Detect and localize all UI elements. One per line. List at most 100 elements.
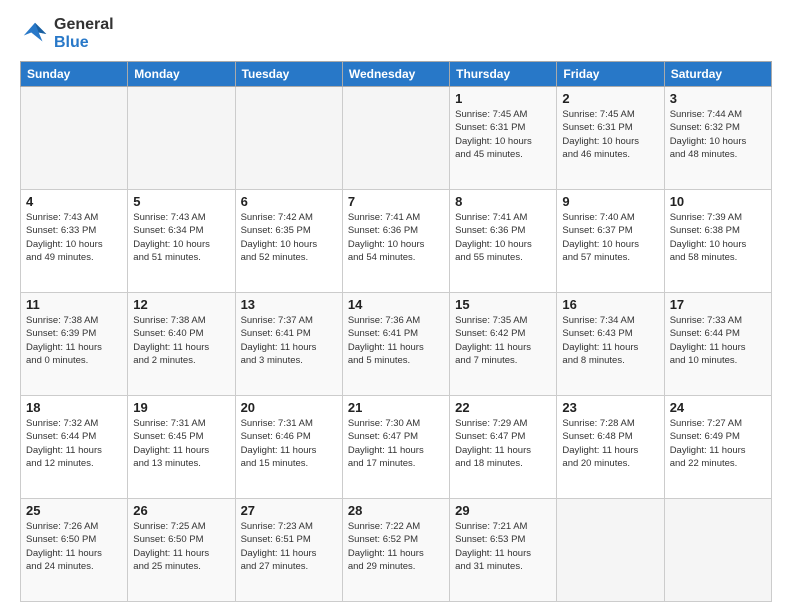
- calendar-cell: 5 Sunrise: 7:43 AM Sunset: 6:34 PM Daylig…: [128, 190, 235, 293]
- calendar-cell: 20 Sunrise: 7:31 AM Sunset: 6:46 PM Dayli…: [235, 396, 342, 499]
- calendar-cell: 19 Sunrise: 7:31 AM Sunset: 6:45 PM Dayli…: [128, 396, 235, 499]
- weekday-header-tuesday: Tuesday: [235, 62, 342, 87]
- calendar-cell: 4 Sunrise: 7:43 AM Sunset: 6:33 PM Daylig…: [21, 190, 128, 293]
- calendar-cell: 25 Sunrise: 7:26 AM Sunset: 6:50 PM Dayli…: [21, 499, 128, 602]
- day-number: 7: [348, 194, 444, 209]
- calendar-cell: 6 Sunrise: 7:42 AM Sunset: 6:35 PM Daylig…: [235, 190, 342, 293]
- calendar-cell: 14 Sunrise: 7:36 AM Sunset: 6:41 PM Dayli…: [342, 293, 449, 396]
- weekday-header-thursday: Thursday: [450, 62, 557, 87]
- calendar-cell: 11Sunrise: 7:38 AM Sunset: 6:39 PM Dayli…: [21, 293, 128, 396]
- weekday-header-saturday: Saturday: [664, 62, 771, 87]
- day-info: Sunrise: 7:40 AM Sunset: 6:37 PM Dayligh…: [562, 211, 658, 264]
- day-info: Sunrise: 7:41 AM Sunset: 6:36 PM Dayligh…: [348, 211, 444, 264]
- calendar-cell: [128, 87, 235, 190]
- day-info: Sunrise: 7:29 AM Sunset: 6:47 PM Dayligh…: [455, 417, 551, 470]
- calendar-cell: 23Sunrise: 7:28 AM Sunset: 6:48 PM Dayli…: [557, 396, 664, 499]
- day-info: Sunrise: 7:38 AM Sunset: 6:39 PM Dayligh…: [26, 314, 122, 367]
- day-info: Sunrise: 7:43 AM Sunset: 6:33 PM Dayligh…: [26, 211, 122, 264]
- logo-text: General Blue: [54, 16, 114, 51]
- day-info: Sunrise: 7:44 AM Sunset: 6:32 PM Dayligh…: [670, 108, 766, 161]
- calendar-week-4: 18Sunrise: 7:32 AM Sunset: 6:44 PM Dayli…: [21, 396, 772, 499]
- calendar-cell: 16 Sunrise: 7:34 AM Sunset: 6:43 PM Dayli…: [557, 293, 664, 396]
- day-info: Sunrise: 7:30 AM Sunset: 6:47 PM Dayligh…: [348, 417, 444, 470]
- day-info: Sunrise: 7:38 AM Sunset: 6:40 PM Dayligh…: [133, 314, 229, 367]
- calendar-cell: 15 Sunrise: 7:35 AM Sunset: 6:42 PM Dayli…: [450, 293, 557, 396]
- calendar-cell: 28Sunrise: 7:22 AM Sunset: 6:52 PM Dayli…: [342, 499, 449, 602]
- day-info: Sunrise: 7:43 AM Sunset: 6:34 PM Dayligh…: [133, 211, 229, 264]
- calendar-cell: 18Sunrise: 7:32 AM Sunset: 6:44 PM Dayli…: [21, 396, 128, 499]
- calendar-cell: 24 Sunrise: 7:27 AM Sunset: 6:49 PM Dayli…: [664, 396, 771, 499]
- calendar-cell: 22Sunrise: 7:29 AM Sunset: 6:47 PM Dayli…: [450, 396, 557, 499]
- day-number: 20: [241, 400, 337, 415]
- day-info: Sunrise: 7:45 AM Sunset: 6:31 PM Dayligh…: [562, 108, 658, 161]
- day-info: Sunrise: 7:36 AM Sunset: 6:41 PM Dayligh…: [348, 314, 444, 367]
- calendar-cell: 9 Sunrise: 7:40 AM Sunset: 6:37 PM Daylig…: [557, 190, 664, 293]
- day-info: Sunrise: 7:25 AM Sunset: 6:50 PM Dayligh…: [133, 520, 229, 573]
- day-info: Sunrise: 7:22 AM Sunset: 6:52 PM Dayligh…: [348, 520, 444, 573]
- calendar-cell: [21, 87, 128, 190]
- day-info: Sunrise: 7:42 AM Sunset: 6:35 PM Dayligh…: [241, 211, 337, 264]
- day-number: 26: [133, 503, 229, 518]
- calendar-cell: 12 Sunrise: 7:38 AM Sunset: 6:40 PM Dayli…: [128, 293, 235, 396]
- day-info: Sunrise: 7:21 AM Sunset: 6:53 PM Dayligh…: [455, 520, 551, 573]
- calendar-cell: 29 Sunrise: 7:21 AM Sunset: 6:53 PM Dayli…: [450, 499, 557, 602]
- calendar-cell: 13 Sunrise: 7:37 AM Sunset: 6:41 PM Dayli…: [235, 293, 342, 396]
- calendar-cell: 17 Sunrise: 7:33 AM Sunset: 6:44 PM Dayli…: [664, 293, 771, 396]
- day-number: 29: [455, 503, 551, 518]
- day-number: 6: [241, 194, 337, 209]
- calendar-week-3: 11Sunrise: 7:38 AM Sunset: 6:39 PM Dayli…: [21, 293, 772, 396]
- day-number: 13: [241, 297, 337, 312]
- day-info: Sunrise: 7:26 AM Sunset: 6:50 PM Dayligh…: [26, 520, 122, 573]
- day-number: 12: [133, 297, 229, 312]
- day-info: Sunrise: 7:39 AM Sunset: 6:38 PM Dayligh…: [670, 211, 766, 264]
- calendar-week-5: 25 Sunrise: 7:26 AM Sunset: 6:50 PM Dayli…: [21, 499, 772, 602]
- weekday-header-wednesday: Wednesday: [342, 62, 449, 87]
- day-number: 15: [455, 297, 551, 312]
- logo-icon: [20, 19, 50, 49]
- calendar-cell: 10 Sunrise: 7:39 AM Sunset: 6:38 PM Dayli…: [664, 190, 771, 293]
- day-info: Sunrise: 7:27 AM Sunset: 6:49 PM Dayligh…: [670, 417, 766, 470]
- day-info: Sunrise: 7:31 AM Sunset: 6:45 PM Dayligh…: [133, 417, 229, 470]
- day-number: 4: [26, 194, 122, 209]
- day-number: 21: [348, 400, 444, 415]
- weekday-header-sunday: Sunday: [21, 62, 128, 87]
- calendar-cell: [342, 87, 449, 190]
- day-info: Sunrise: 7:35 AM Sunset: 6:42 PM Dayligh…: [455, 314, 551, 367]
- calendar-cell: 1 Sunrise: 7:45 AM Sunset: 6:31 PM Daylig…: [450, 87, 557, 190]
- day-info: Sunrise: 7:37 AM Sunset: 6:41 PM Dayligh…: [241, 314, 337, 367]
- day-number: 1: [455, 91, 551, 106]
- calendar-cell: 7 Sunrise: 7:41 AM Sunset: 6:36 PM Daylig…: [342, 190, 449, 293]
- day-number: 24: [670, 400, 766, 415]
- day-number: 17: [670, 297, 766, 312]
- calendar-cell: [235, 87, 342, 190]
- day-number: 5: [133, 194, 229, 209]
- calendar-table: SundayMondayTuesdayWednesdayThursdayFrid…: [20, 61, 772, 602]
- calendar-cell: [557, 499, 664, 602]
- day-info: Sunrise: 7:23 AM Sunset: 6:51 PM Dayligh…: [241, 520, 337, 573]
- logo: General Blue: [20, 16, 114, 51]
- weekday-header-monday: Monday: [128, 62, 235, 87]
- calendar-cell: 2Sunrise: 7:45 AM Sunset: 6:31 PM Daylig…: [557, 87, 664, 190]
- day-info: Sunrise: 7:34 AM Sunset: 6:43 PM Dayligh…: [562, 314, 658, 367]
- day-number: 23: [562, 400, 658, 415]
- calendar-cell: [664, 499, 771, 602]
- calendar-cell: 8 Sunrise: 7:41 AM Sunset: 6:36 PM Daylig…: [450, 190, 557, 293]
- day-number: 8: [455, 194, 551, 209]
- calendar-week-1: 1 Sunrise: 7:45 AM Sunset: 6:31 PM Daylig…: [21, 87, 772, 190]
- calendar-cell: 3 Sunrise: 7:44 AM Sunset: 6:32 PM Daylig…: [664, 87, 771, 190]
- day-info: Sunrise: 7:32 AM Sunset: 6:44 PM Dayligh…: [26, 417, 122, 470]
- day-number: 3: [670, 91, 766, 106]
- calendar-cell: 26 Sunrise: 7:25 AM Sunset: 6:50 PM Dayli…: [128, 499, 235, 602]
- day-info: Sunrise: 7:33 AM Sunset: 6:44 PM Dayligh…: [670, 314, 766, 367]
- day-number: 14: [348, 297, 444, 312]
- calendar-cell: 21 Sunrise: 7:30 AM Sunset: 6:47 PM Dayli…: [342, 396, 449, 499]
- day-number: 10: [670, 194, 766, 209]
- day-number: 16: [562, 297, 658, 312]
- day-number: 9: [562, 194, 658, 209]
- day-number: 25: [26, 503, 122, 518]
- day-info: Sunrise: 7:31 AM Sunset: 6:46 PM Dayligh…: [241, 417, 337, 470]
- calendar-cell: 27Sunrise: 7:23 AM Sunset: 6:51 PM Dayli…: [235, 499, 342, 602]
- day-info: Sunrise: 7:41 AM Sunset: 6:36 PM Dayligh…: [455, 211, 551, 264]
- day-info: Sunrise: 7:45 AM Sunset: 6:31 PM Dayligh…: [455, 108, 551, 161]
- day-number: 19: [133, 400, 229, 415]
